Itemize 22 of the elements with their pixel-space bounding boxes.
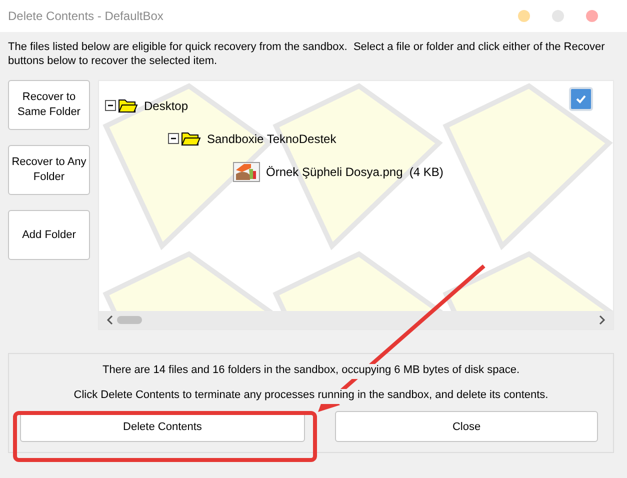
folder-name[interactable]: Sandboxie TeknoDestek bbox=[207, 132, 336, 146]
description-text: The files listed below are eligible for quick recovery from the sandbox. Select a file or folder and click either of the Recover buttons below to recover the selected item. bbox=[8, 40, 606, 69]
window-title: Delete Contents - DefaultBox bbox=[8, 9, 164, 23]
scroll-thumb[interactable] bbox=[117, 316, 142, 324]
horizontal-scrollbar[interactable] bbox=[99, 311, 613, 329]
recover-button[interactable]: Recover to Any Folder bbox=[8, 145, 90, 195]
recover-button[interactable]: Recover to Same Folder bbox=[8, 80, 90, 130]
collapse-icon[interactable] bbox=[105, 100, 116, 111]
summary-text: There are 14 files and 16 folders in the sandbox, occupying 6 MB bytes of disk space. bbox=[102, 364, 520, 379]
folder-icon bbox=[181, 132, 201, 146]
close-button[interactable]: Close bbox=[335, 411, 598, 442]
file-name[interactable]: Örnek Şüpheli Dosya.png (4 KB) bbox=[266, 165, 444, 179]
folder-name[interactable]: Desktop bbox=[144, 98, 188, 112]
folder-icon bbox=[118, 98, 138, 112]
close-window-button[interactable] bbox=[586, 10, 598, 22]
summary-text: Click Delete Contents to terminate any processes running in the sandbox, and delete its contents. bbox=[74, 389, 548, 404]
add-folder-button[interactable]: Add Folder bbox=[8, 210, 90, 260]
select-all-checkbox[interactable] bbox=[569, 87, 593, 111]
scroll-right-icon[interactable] bbox=[597, 315, 607, 325]
scroll-left-icon[interactable] bbox=[105, 315, 115, 325]
image-file-icon bbox=[233, 162, 260, 182]
collapse-icon[interactable] bbox=[168, 133, 179, 144]
